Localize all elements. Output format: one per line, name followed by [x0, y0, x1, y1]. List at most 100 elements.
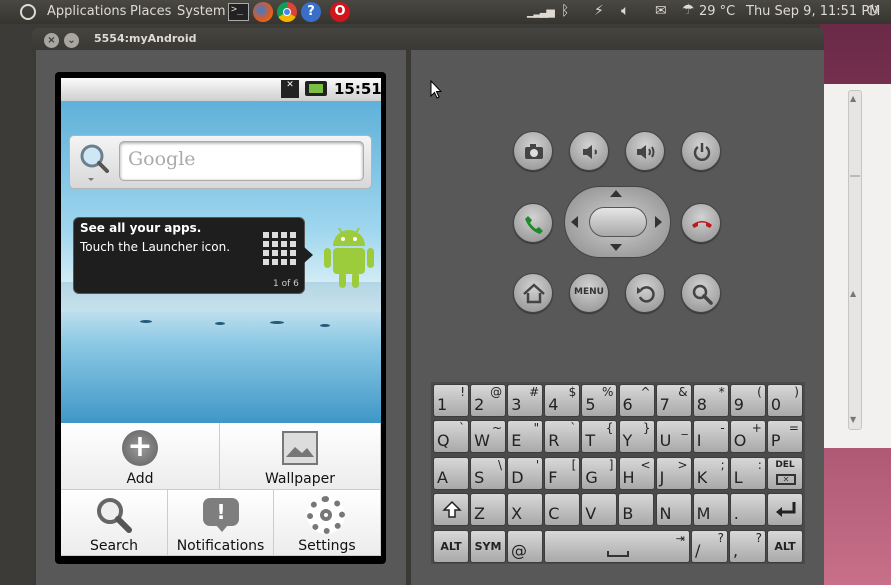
ubuntu-logo-icon[interactable]	[20, 4, 36, 20]
firefox-icon[interactable]	[253, 2, 273, 22]
android-robot-icon[interactable]	[322, 222, 376, 294]
end-call-button[interactable]	[681, 203, 721, 243]
key-row4-3[interactable]: V	[581, 493, 618, 526]
menu-item-add[interactable]: + Add	[61, 423, 220, 490]
key-row4-2[interactable]: C	[544, 493, 581, 526]
key-at[interactable]: @	[507, 530, 543, 563]
weather-icon[interactable]: ☂	[682, 2, 695, 18]
key-row3-5[interactable]: H <	[618, 457, 655, 490]
key-row4-0[interactable]: Z	[470, 493, 506, 526]
key-row2-6[interactable]: U _	[655, 420, 692, 453]
key-alt-right[interactable]: ALT	[767, 530, 803, 563]
key-row2-7[interactable]: I-	[692, 420, 729, 453]
key-alt-label: @	[490, 385, 503, 399]
status-bar[interactable]	[61, 78, 381, 101]
system-menu[interactable]: System	[177, 4, 225, 19]
key-row4-5[interactable]: N	[655, 493, 692, 526]
key-alt-left[interactable]: ALT	[433, 530, 469, 563]
key-row3-2[interactable]: D '	[507, 457, 544, 490]
key-row1-8[interactable]: 9(	[729, 384, 766, 417]
key-enter[interactable]	[767, 493, 803, 526]
session-power-icon[interactable]: ⏻	[867, 3, 878, 19]
dpad-down-icon[interactable]	[610, 244, 622, 251]
key-row2-0[interactable]: Q `	[433, 420, 469, 453]
home-button[interactable]	[513, 273, 553, 313]
key-row3-7[interactable]: K;	[692, 457, 729, 490]
key-row4-4[interactable]: B	[618, 493, 655, 526]
menu-item-notifications[interactable]: ! Notifications	[168, 490, 274, 556]
key-row1-7[interactable]: 8 *	[692, 384, 729, 417]
key-row3-1[interactable]: S \	[470, 457, 507, 490]
power-button[interactable]	[681, 131, 721, 171]
search-hw-button[interactable]	[681, 273, 721, 313]
menu-item-settings[interactable]: Settings	[274, 490, 381, 556]
key-row1-2[interactable]: 3 #	[507, 384, 544, 417]
back-button[interactable]	[625, 273, 665, 313]
key-space[interactable]: ⇥	[544, 530, 690, 563]
key-row1-0[interactable]: 1!	[433, 384, 469, 417]
menu-item-settings-label: Settings	[298, 538, 356, 554]
bluetooth-icon[interactable]: ᛒ	[561, 3, 569, 19]
key-main-label: Z	[474, 504, 485, 523]
help-icon[interactable]: ?	[301, 2, 321, 22]
key-row4-7[interactable]: .	[729, 493, 766, 526]
background-window-scrollbar[interactable]: ▲ ▲ ▼	[848, 90, 862, 430]
chrome-icon[interactable]	[277, 2, 297, 22]
key-row4-1[interactable]: X	[507, 493, 544, 526]
key-row1-6[interactable]: 7 &	[655, 384, 692, 417]
key-del[interactable]: DEL ✕	[767, 457, 803, 490]
key-row2-2[interactable]: E "	[507, 420, 544, 453]
key-row2-9[interactable]: P =	[766, 420, 803, 453]
camera-button[interactable]	[513, 131, 553, 171]
key-shift[interactable]	[433, 493, 469, 526]
dpad-left-icon[interactable]	[571, 216, 578, 228]
panel-clock[interactable]: Thu Sep 9, 11:51 PM	[746, 4, 880, 19]
key-row1-4[interactable]: 5%	[581, 384, 618, 417]
menu-button[interactable]: MENU	[569, 273, 609, 313]
dpad-center-button[interactable]	[589, 207, 647, 237]
mail-icon[interactable]: ✉	[655, 3, 667, 19]
tip-pointer	[304, 247, 313, 263]
key-row3-8[interactable]: L:	[729, 457, 766, 490]
volume-down-button[interactable]	[569, 131, 609, 171]
key-row2-5[interactable]: Y}	[618, 420, 655, 453]
network-signal-icon[interactable]: ▁▂▃▅	[527, 5, 555, 18]
key-row4-6[interactable]: M	[692, 493, 729, 526]
key-row3-6[interactable]: J >	[655, 457, 692, 490]
key-row1-3[interactable]: 4 $	[544, 384, 581, 417]
menu-item-wallpaper[interactable]: Wallpaper	[220, 423, 381, 490]
key-row3-0[interactable]: A	[433, 457, 469, 490]
dpad-up-icon[interactable]	[610, 190, 622, 197]
power-icon[interactable]: ⚡	[594, 3, 604, 19]
dpad-right-icon[interactable]	[655, 216, 662, 228]
key-sym[interactable]: SYM	[470, 530, 506, 563]
call-button[interactable]	[513, 203, 553, 243]
close-button[interactable]: ×	[44, 33, 59, 48]
key-row2-3[interactable]: R `	[544, 420, 581, 453]
key-row2-8[interactable]: O +	[729, 420, 766, 453]
terminal-icon[interactable]: >_	[228, 3, 249, 21]
key-row2-1[interactable]: W ~	[470, 420, 507, 453]
volume-icon[interactable]: 🔈︎	[621, 3, 629, 19]
weather-temperature[interactable]: 29 °C	[699, 4, 735, 19]
key-row2-4[interactable]: T{	[581, 420, 618, 453]
opera-icon[interactable]: O	[330, 2, 350, 22]
places-menu[interactable]: Places	[130, 4, 171, 19]
minimize-button[interactable]: ⌄	[64, 33, 79, 48]
key-row1-1[interactable]: 2 @	[470, 384, 507, 417]
add-icon: +	[122, 430, 158, 466]
wallpaper-icon	[282, 431, 318, 465]
key-row1-5[interactable]: 6 ^	[618, 384, 655, 417]
key-main-label: W	[474, 431, 490, 450]
key-row3-3[interactable]: F[	[544, 457, 581, 490]
key-comma[interactable]: ,?	[729, 530, 766, 563]
key-row3-4[interactable]: G]	[581, 457, 618, 490]
key-row1-9[interactable]: 0)	[766, 384, 803, 417]
search-placeholder: Google	[128, 148, 196, 170]
volume-up-button[interactable]	[625, 131, 665, 171]
search-icon[interactable]	[78, 142, 110, 186]
applications-menu[interactable]: Applications	[47, 4, 126, 19]
menu-item-search[interactable]: Search	[61, 490, 168, 556]
key-main-label: P	[770, 431, 781, 450]
key-slash[interactable]: /?	[691, 530, 728, 563]
